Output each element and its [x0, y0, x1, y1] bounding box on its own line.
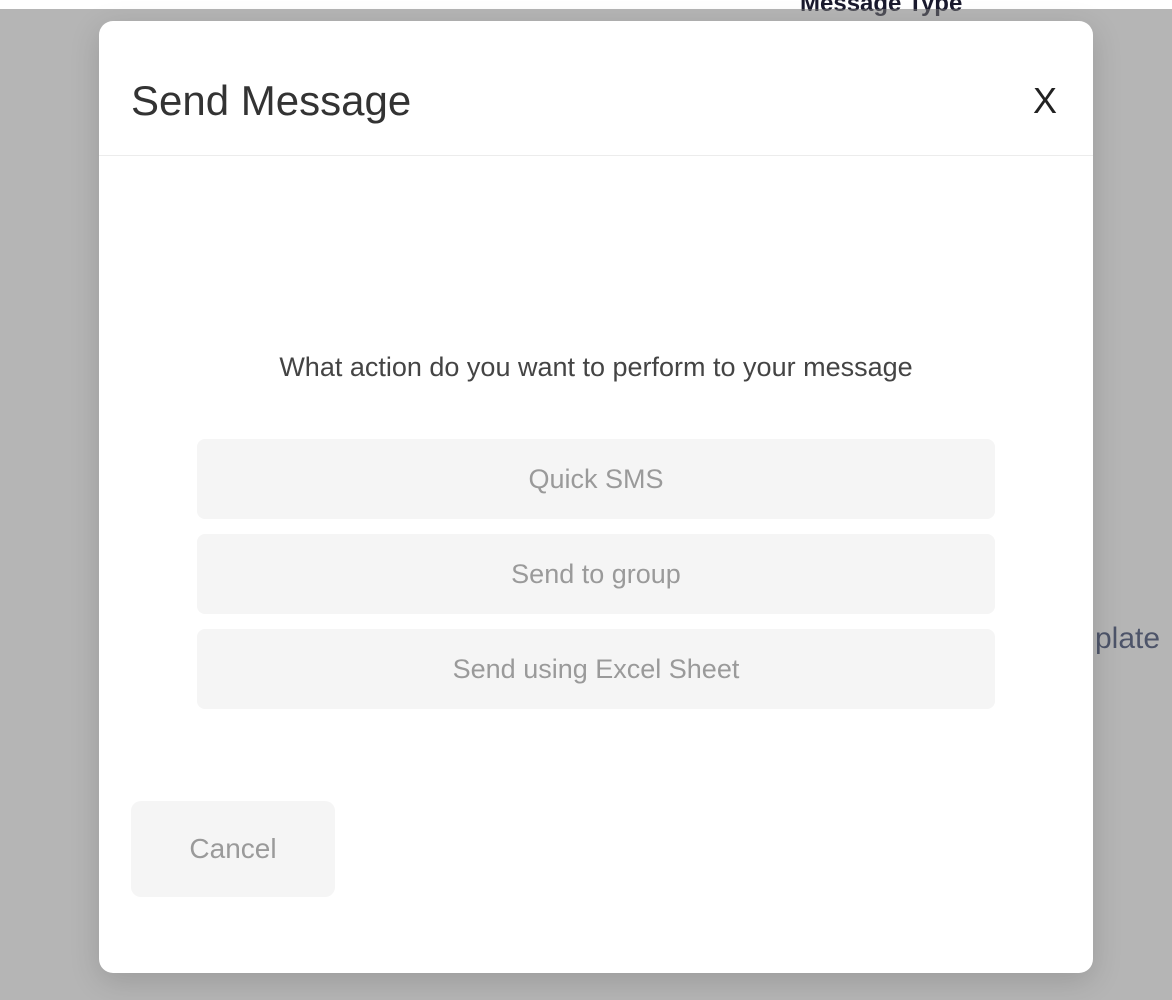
modal-header-inner: Send Message X: [131, 77, 1061, 125]
quick-sms-button[interactable]: Quick SMS: [197, 439, 995, 519]
modal-prompt: What action do you want to perform to yo…: [279, 352, 912, 383]
send-using-excel-button[interactable]: Send using Excel Sheet: [197, 629, 995, 709]
modal-footer: Cancel: [99, 801, 1093, 973]
cancel-button[interactable]: Cancel: [131, 801, 335, 897]
modal-body: What action do you want to perform to yo…: [99, 156, 1093, 801]
send-message-modal: Send Message X What action do you want t…: [99, 21, 1093, 973]
modal-title: Send Message: [131, 77, 411, 125]
modal-header: Send Message X: [99, 21, 1093, 156]
send-to-group-button[interactable]: Send to group: [197, 534, 995, 614]
option-buttons-container: Quick SMS Send to group Send using Excel…: [197, 439, 995, 709]
close-button[interactable]: X: [1029, 83, 1061, 119]
